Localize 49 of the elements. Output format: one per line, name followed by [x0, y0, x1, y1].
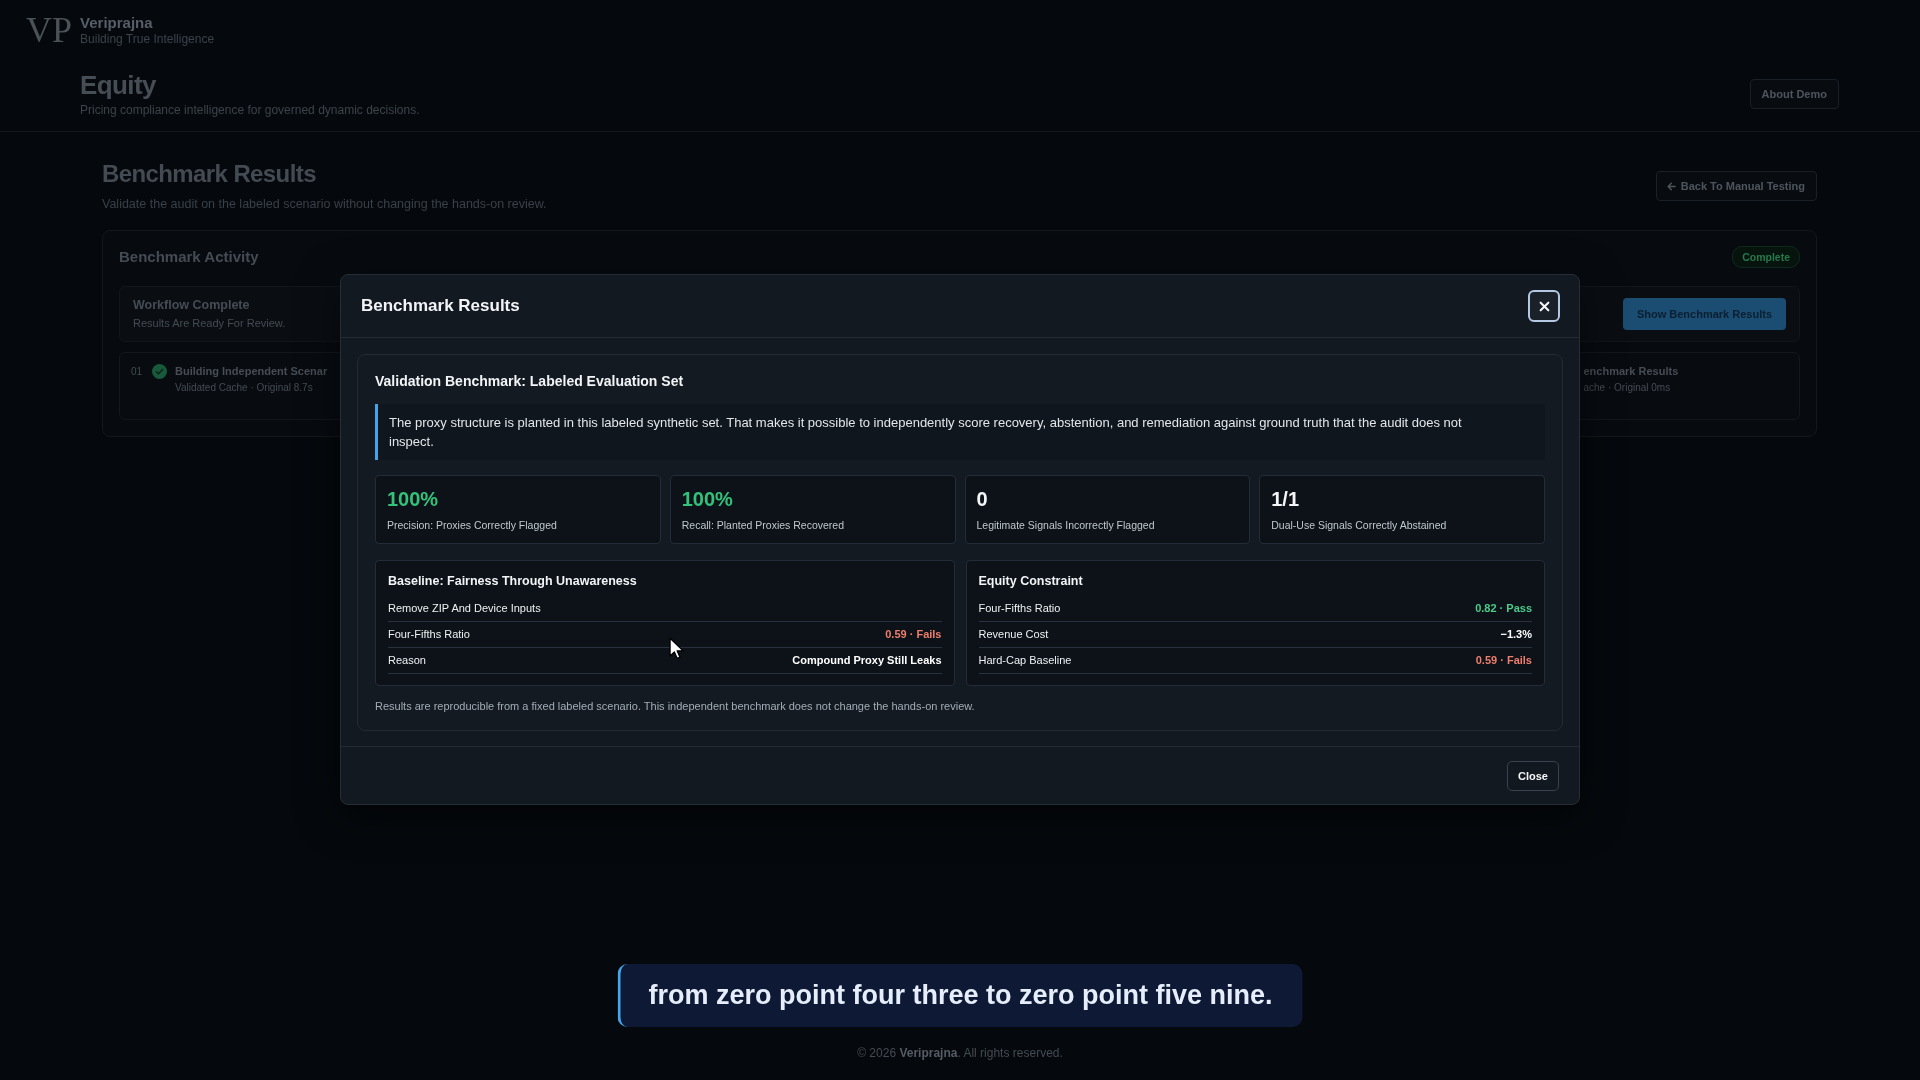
row-label: Four-Fifths Ratio: [388, 627, 470, 642]
row-value: 0.59 · Fails: [1475, 653, 1532, 668]
panel-title: Validation Benchmark: Labeled Evaluation Set: [375, 372, 685, 390]
caption-text: from zero point four three to zero point five nine.: [648, 980, 1273, 1011]
footer-text: © 2026 Veriprajna. All rights reserved.: [857, 1046, 1063, 1060]
row-label: Remove ZIP And Device Inputs: [388, 601, 541, 616]
brand-tagline: Building True Intelligence: [80, 31, 215, 47]
callout-text: The proxy structure is planted in this labeled synthetic set. That makes it possible to independently score recovery, abstention, and remediation against ground truth that the audit does not inspect.: [389, 414, 1463, 451]
row-label: Hard-Cap Baseline: [978, 653, 1072, 668]
show-results-button[interactable]: Show Benchmark Results: [1622, 298, 1786, 330]
footnote: Results are reproducible from a fixed labeled scenario. This independent benchmark does not change the hands-on review.: [375, 700, 976, 713]
step-title: enchmark Results: [1583, 364, 1679, 378]
modal-title: Benchmark Results: [361, 296, 520, 316]
metric-label: Legitimate Signals Incorrectly Flagged: [976, 518, 1156, 532]
status-badge: Complete: [1732, 246, 1800, 268]
row-value: −1.3%: [1500, 627, 1532, 642]
workflow-subtitle: Results Are Ready For Review.: [133, 316, 286, 330]
row-label: Revenue Cost: [978, 627, 1049, 642]
dialog-close-button[interactable]: [1528, 290, 1560, 322]
step-number: 01: [131, 365, 144, 379]
row-value: 0.59 · Fails: [885, 627, 942, 642]
page-title: Equity: [80, 70, 157, 100]
comparison-title: Baseline: Fairness Through Unawareness: [388, 573, 638, 589]
close-button[interactable]: Close: [1507, 761, 1559, 791]
section-title: Benchmark Results: [102, 160, 317, 188]
metric-value: 1/1: [1271, 487, 1300, 511]
step-title: Building Independent Scenar: [175, 364, 328, 378]
mouse-cursor-icon: [669, 637, 684, 660]
about-demo-button[interactable]: About Demo: [1749, 79, 1839, 109]
arrow-left-icon: [1666, 181, 1676, 191]
back-button[interactable]: Back To Manual Testing: [1655, 171, 1817, 201]
metric-value: 100%: [681, 487, 733, 511]
step-detail: Validated Cache · Original 8.7s: [175, 381, 314, 394]
section-subtitle: Validate the audit on the labeled scenario without changing the hands-on review.: [102, 196, 547, 212]
card-title: Benchmark Activity: [119, 247, 259, 267]
row-value: Compound Proxy Still Leaks: [792, 653, 942, 668]
row-label: Reason: [388, 653, 426, 668]
comparison-title: Equity Constraint: [978, 573, 1084, 589]
row-label: Four-Fifths Ratio: [978, 601, 1061, 616]
brand-name: Veriprajna: [80, 13, 154, 32]
metric-label: Recall: Planted Proxies Recovered: [681, 518, 845, 532]
logo-mark: VP: [26, 10, 73, 50]
metric-value: 0: [976, 487, 988, 511]
workflow-title: Workflow Complete: [133, 298, 251, 313]
metric-label: Dual-Use Signals Correctly Abstained: [1271, 518, 1448, 532]
metric-label: Precision: Proxies Correctly Flagged: [387, 518, 558, 532]
metric-value: 100%: [387, 487, 439, 511]
close-icon: [1538, 300, 1550, 312]
row-value: 0.82 · Pass: [1475, 601, 1532, 616]
